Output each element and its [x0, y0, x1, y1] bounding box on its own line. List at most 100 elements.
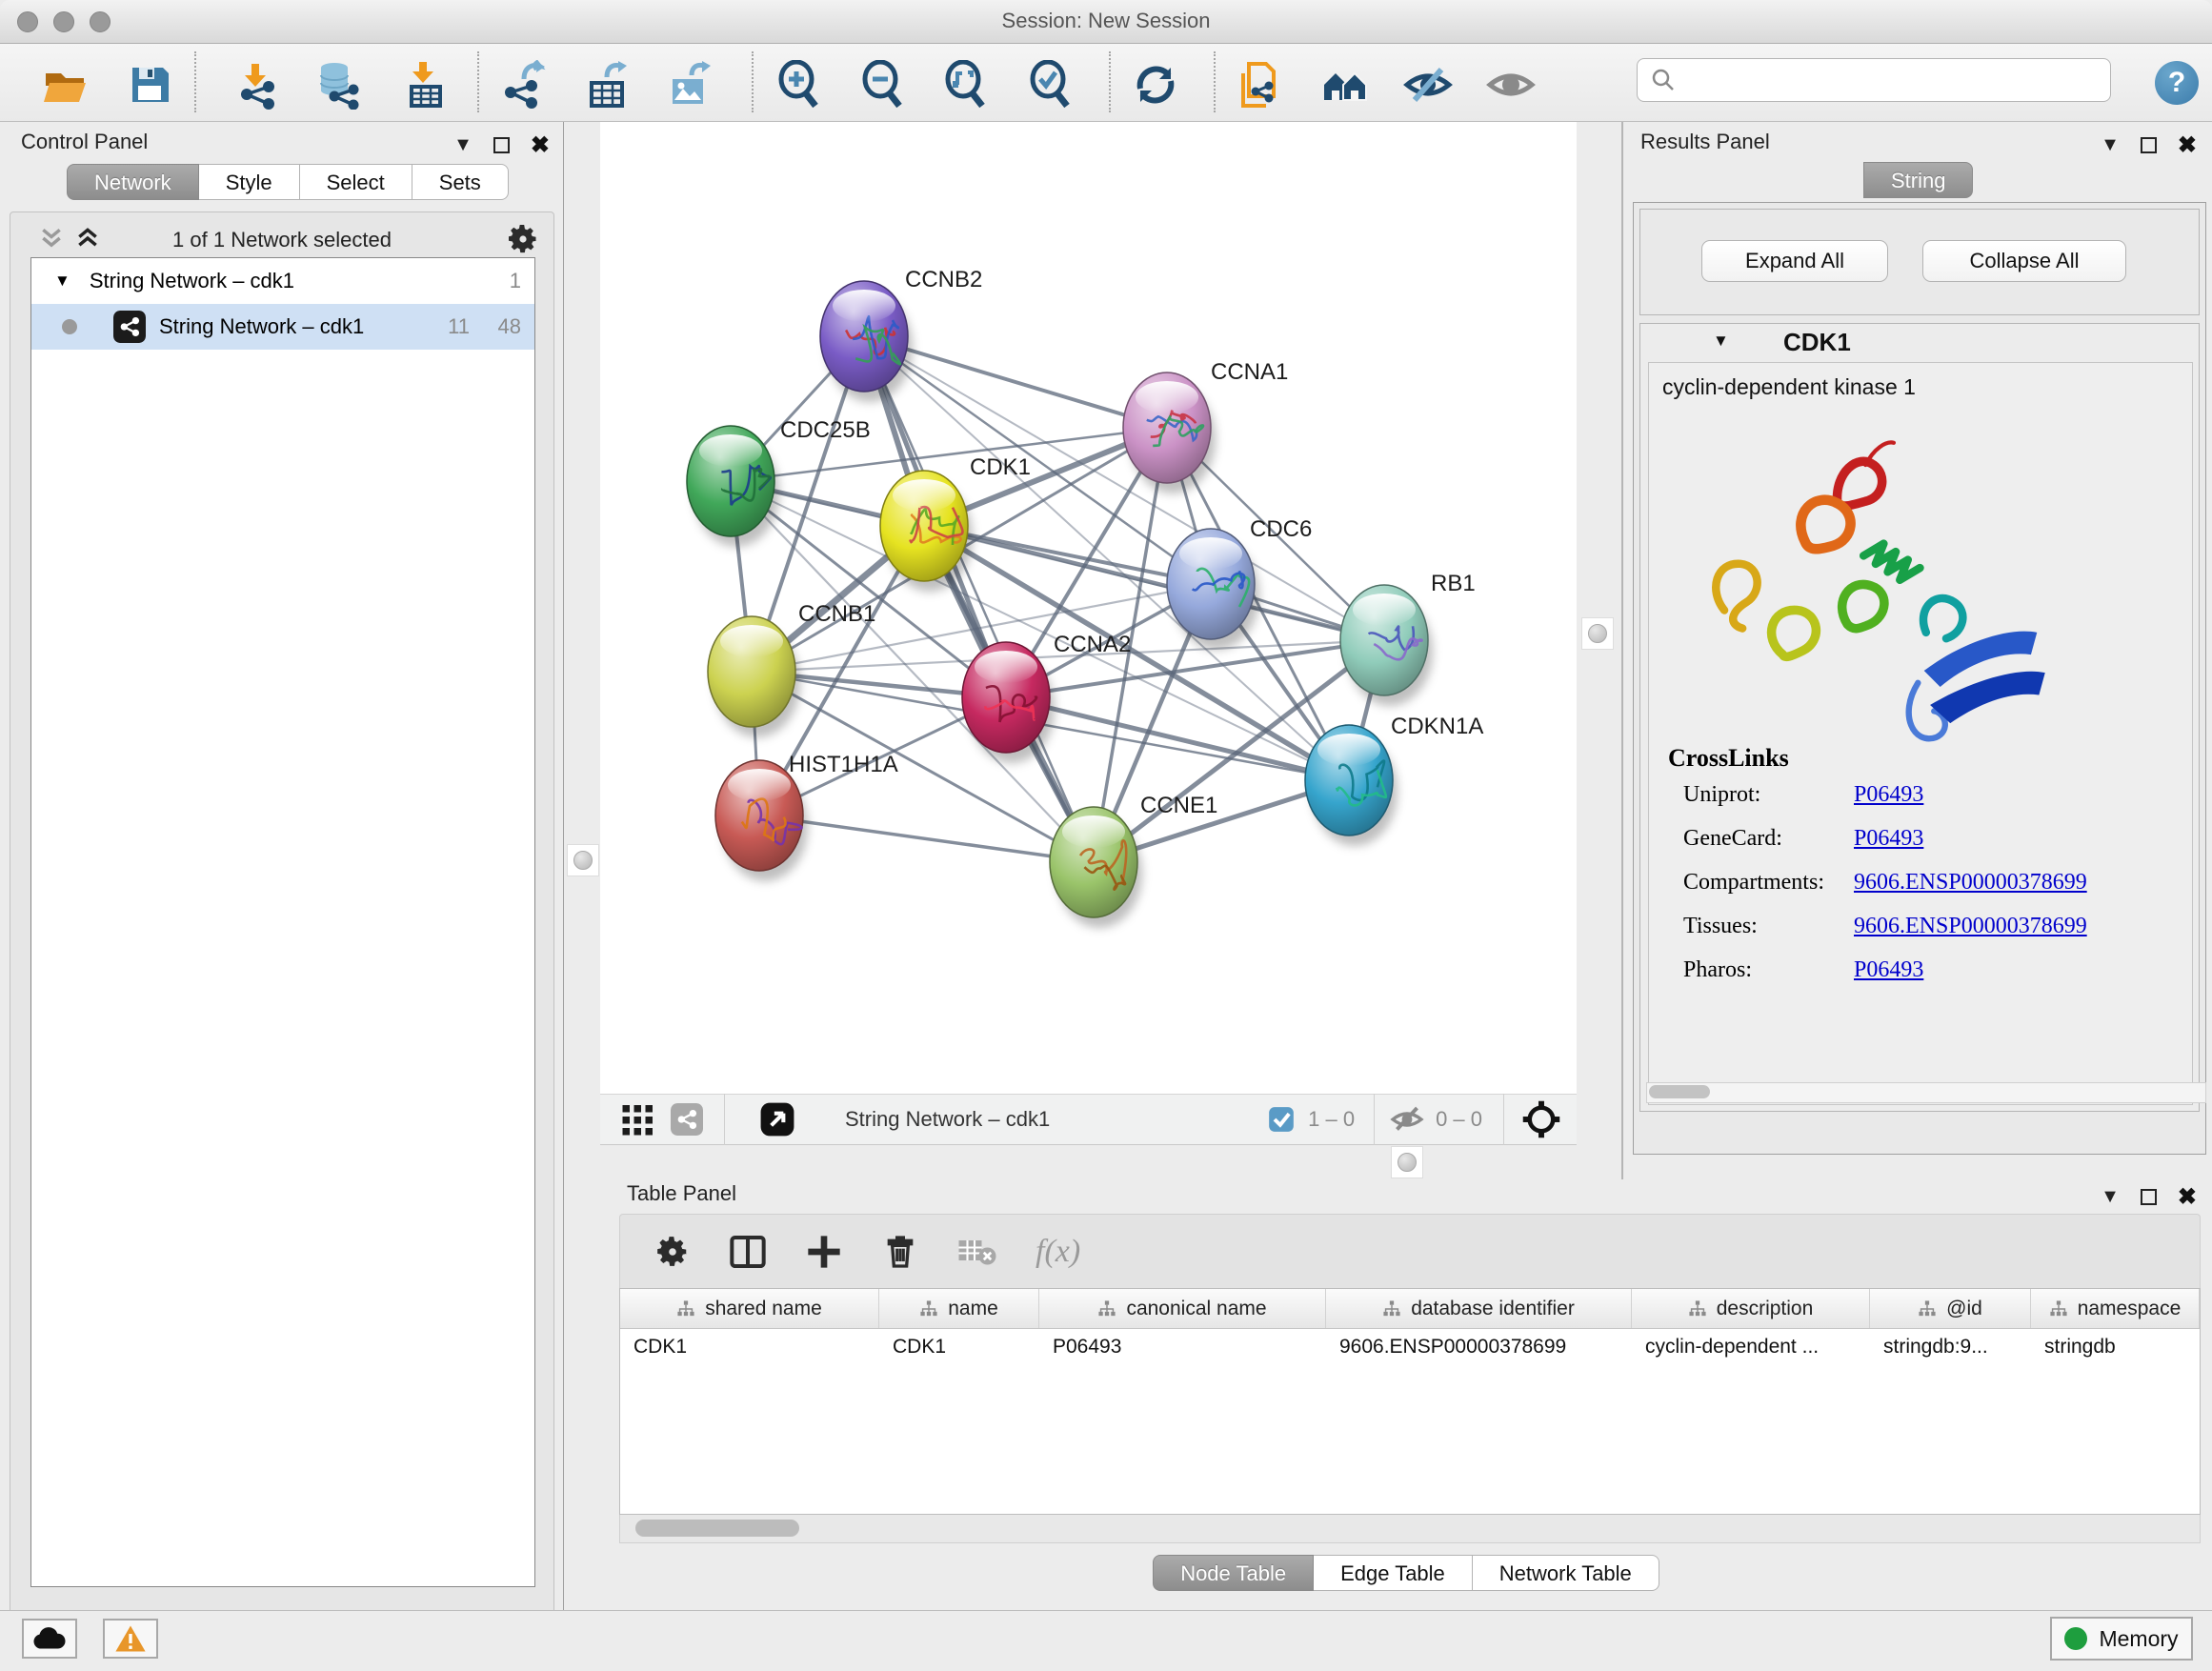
- network-status-dot: [62, 319, 77, 334]
- table-cell[interactable]: 9606.ENSP00000378699: [1326, 1329, 1632, 1367]
- import-network-database-icon[interactable]: [313, 60, 363, 110]
- table-cell[interactable]: cyclin-dependent ...: [1632, 1329, 1870, 1367]
- collapse-all-button[interactable]: Collapse All: [1922, 240, 2126, 282]
- detach-view-icon[interactable]: [759, 1101, 795, 1137]
- current-network-name: String Network – cdk1: [845, 1107, 1050, 1132]
- network-row-selected[interactable]: String Network – cdk1 11 48: [31, 304, 534, 350]
- close-panel-icon[interactable]: ✖: [2178, 1183, 2197, 1211]
- search-input[interactable]: [1683, 61, 2110, 99]
- zoom-out-icon[interactable]: [857, 60, 907, 110]
- help-button[interactable]: ?: [2155, 61, 2199, 105]
- table-horizontal-scrollbar[interactable]: [619, 1515, 2201, 1543]
- hide-selected-icon[interactable]: [1403, 60, 1453, 110]
- column-header-canonical-name[interactable]: canonical name: [1039, 1289, 1326, 1328]
- main-toolbar: ?: [0, 44, 2212, 122]
- table-cell[interactable]: stringdb:9...: [1870, 1329, 2031, 1367]
- memory-button[interactable]: Memory: [2050, 1617, 2193, 1661]
- add-column-icon[interactable]: [805, 1233, 843, 1271]
- copy-network-icon[interactable]: [1236, 60, 1285, 110]
- delete-column-icon[interactable]: [881, 1233, 919, 1271]
- crosslink-row: Compartments:9606.ENSP00000378699: [1668, 860, 2087, 904]
- zoom-selected-icon[interactable]: [1025, 60, 1075, 110]
- refresh-icon[interactable]: [1131, 60, 1180, 110]
- import-network-file-icon[interactable]: [232, 60, 282, 110]
- edge-CCNB2-CCNE1[interactable]: [864, 336, 1094, 862]
- left-splitter[interactable]: [565, 122, 600, 1610]
- column-header-namespace[interactable]: namespace: [2031, 1289, 2200, 1328]
- right-splitter[interactable]: [1577, 122, 1619, 1145]
- save-session-icon[interactable]: [125, 60, 174, 110]
- collapse-panel-icon[interactable]: ▼: [2101, 1186, 2120, 1208]
- tab-edge-table[interactable]: Edge Table: [1314, 1555, 1473, 1591]
- export-image-icon[interactable]: [665, 60, 714, 110]
- float-panel-icon[interactable]: [2141, 137, 2157, 153]
- network-type-badge-icon[interactable]: [671, 1103, 703, 1136]
- float-panel-icon[interactable]: [493, 137, 510, 153]
- node-CCNA2[interactable]: [962, 642, 1055, 763]
- crosshair-icon[interactable]: [1521, 1099, 1561, 1139]
- expand-all-button[interactable]: Expand All: [1701, 240, 1888, 282]
- column-network-icon: [1918, 1300, 1937, 1318]
- column-header-description[interactable]: description: [1632, 1289, 1870, 1328]
- first-neighbors-icon[interactable]: [1320, 60, 1370, 110]
- tab-select[interactable]: Select: [300, 164, 412, 200]
- table-cell[interactable]: CDK1: [620, 1329, 879, 1367]
- network-options-gear-icon[interactable]: [506, 222, 540, 256]
- tab-network[interactable]: Network: [67, 164, 199, 200]
- search-field[interactable]: [1637, 58, 2111, 102]
- collapse-panel-icon[interactable]: ▼: [2101, 134, 2120, 156]
- birdseye-grid-icon[interactable]: [621, 1102, 655, 1137]
- node-CCNB2[interactable]: [820, 281, 913, 402]
- import-table-icon[interactable]: [400, 60, 450, 110]
- node-CCNB1[interactable]: [708, 616, 800, 737]
- network-collection-row[interactable]: ▼ String Network – cdk1 1: [31, 258, 534, 304]
- function-builder-icon: f(x): [1036, 1234, 1080, 1270]
- node-CDC6[interactable]: [1167, 529, 1259, 650]
- show-all-icon[interactable]: [1486, 60, 1536, 110]
- collapse-panel-icon[interactable]: ▼: [453, 134, 473, 156]
- tab-string[interactable]: String: [1863, 162, 1973, 198]
- node-HIST1H1A[interactable]: [715, 760, 808, 881]
- crosslink-value-link[interactable]: P06493: [1854, 782, 1923, 808]
- node-RB1[interactable]: [1340, 585, 1433, 706]
- open-session-icon[interactable]: [40, 60, 90, 110]
- crosslink-value-link[interactable]: 9606.ENSP00000378699: [1854, 914, 2087, 939]
- zoom-fit-icon[interactable]: [940, 60, 990, 110]
- table-options-gear-icon[interactable]: [654, 1234, 691, 1270]
- crosslink-value-link[interactable]: 9606.ENSP00000378699: [1854, 870, 2087, 896]
- node-CCNE1[interactable]: [1050, 807, 1142, 928]
- warnings-button[interactable]: [103, 1619, 158, 1659]
- tab-node-table[interactable]: Node Table: [1153, 1555, 1314, 1591]
- export-network-icon[interactable]: [499, 60, 549, 110]
- column-header--id[interactable]: @id: [1870, 1289, 2031, 1328]
- show-columns-icon[interactable]: [729, 1233, 767, 1271]
- close-panel-icon[interactable]: ✖: [531, 131, 550, 159]
- crosslink-value-link[interactable]: P06493: [1854, 826, 1923, 852]
- entry-disclosure-icon[interactable]: ▼: [1713, 332, 1729, 351]
- table-cell[interactable]: stringdb: [2031, 1329, 2200, 1367]
- disclosure-triangle-icon[interactable]: ▼: [54, 272, 70, 291]
- tab-style[interactable]: Style: [199, 164, 300, 200]
- tab-sets[interactable]: Sets: [412, 164, 509, 200]
- zoom-in-icon[interactable]: [774, 60, 823, 110]
- table-cell[interactable]: P06493: [1039, 1329, 1326, 1367]
- column-header-shared-name[interactable]: shared name: [620, 1289, 879, 1328]
- column-header-database-identifier[interactable]: database identifier: [1326, 1289, 1632, 1328]
- column-header-name[interactable]: name: [879, 1289, 1039, 1328]
- column-network-icon: [676, 1300, 695, 1318]
- hidden-node-edge-counts: 0 – 0: [1436, 1107, 1482, 1132]
- table-row[interactable]: CDK1CDK1P064939606.ENSP00000378699cyclin…: [620, 1329, 2200, 1367]
- crosslink-value-link[interactable]: P06493: [1854, 957, 1923, 983]
- tab-network-table[interactable]: Network Table: [1473, 1555, 1659, 1591]
- selected-checkbox-icon[interactable]: [1268, 1106, 1295, 1133]
- node-CDK1[interactable]: [880, 471, 973, 592]
- float-panel-icon[interactable]: [2141, 1189, 2157, 1205]
- entry-scrollbar[interactable]: [1646, 1082, 2206, 1103]
- close-panel-icon[interactable]: ✖: [2178, 131, 2197, 159]
- table-cell[interactable]: CDK1: [879, 1329, 1039, 1367]
- edge-HIST1H1A-CCNE1[interactable]: [759, 815, 1094, 862]
- network-canvas[interactable]: CCNB2CCNA1CDC25BCDK1CDC6RB1CCNB1CCNA2CDK…: [600, 122, 1577, 1094]
- node-CDKN1A[interactable]: [1305, 725, 1398, 846]
- cloud-button[interactable]: [22, 1619, 77, 1659]
- export-table-icon[interactable]: [582, 60, 632, 110]
